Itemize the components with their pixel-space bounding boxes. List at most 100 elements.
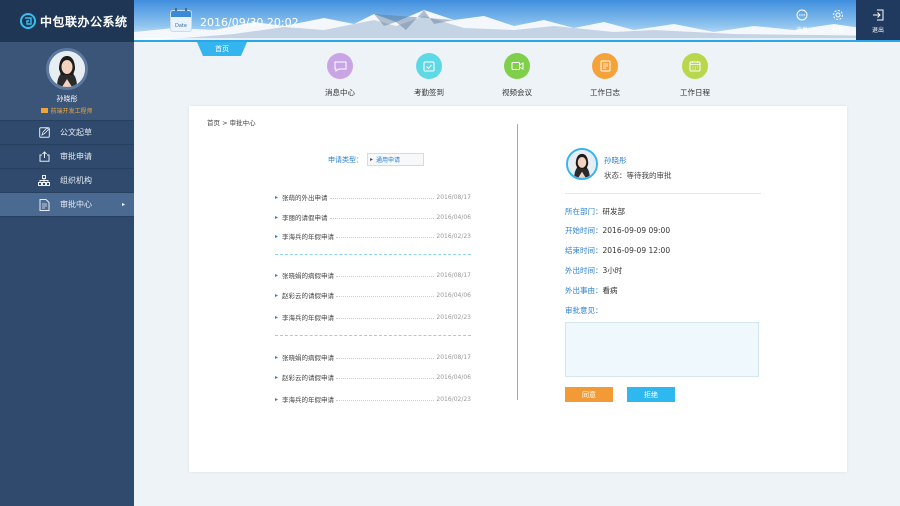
field-end-time: 结束时间：2016-09-09 12:00 <box>565 245 670 256</box>
app-logo-icon <box>20 13 36 29</box>
chevron-right-icon: ▸ <box>121 201 125 208</box>
field-opinion: 审批意见： <box>565 305 603 316</box>
quick-link-checkin[interactable]: 考勤签到 <box>399 53 459 98</box>
sidebar-item-org[interactable]: 组织机构 <box>0 169 134 193</box>
checkin-icon <box>416 53 442 79</box>
quick-link-video[interactable]: 视频会议 <box>487 53 547 98</box>
quick-link-label: 考勤签到 <box>414 88 444 97</box>
list-item[interactable]: ▸ 李海兵的年假申请 2016/02/23 <box>275 231 471 242</box>
user-role: 前端开发工程师 <box>41 106 93 115</box>
bullet-icon: ▸ <box>275 232 279 240</box>
video-icon <box>504 53 530 79</box>
field-value: 3小时 <box>602 266 623 275</box>
document-icon <box>38 198 50 211</box>
application-name: 李海兵的年假申请 <box>282 396 335 404</box>
approval-panel: 首页 > 审批中心 申请类型： 通用申请 ▸ 张萌的外出申请 2016/08/1… <box>189 106 847 472</box>
application-name: 赵彩云的请假申请 <box>282 374 335 382</box>
list-item[interactable]: ▸ 李丽的请假申请 2016/04/06 <box>275 212 471 223</box>
sidebar-item-approval-center[interactable]: 审批中心 ▸ <box>0 193 134 217</box>
header: Date 2016/09/30 20:02 消息 设置 退出 <box>134 0 900 42</box>
list-item[interactable]: ▸ 张晓娟的病假申请 2016/08/17 <box>275 270 471 281</box>
exit-button[interactable]: 退出 <box>856 0 900 42</box>
application-type-select[interactable]: 通用申请 <box>367 153 424 166</box>
exit-label: 退出 <box>871 26 884 34</box>
group-divider <box>275 254 471 255</box>
user-profile: 孙晓彤 前端开发工程师 <box>0 42 134 120</box>
upload-icon <box>38 151 50 163</box>
panel-divider <box>517 124 518 400</box>
org-chart-icon <box>38 175 50 187</box>
logout-icon <box>873 9 884 20</box>
sidebar-item-draft[interactable]: 公文起草 <box>0 121 134 145</box>
calendar-icon <box>682 53 708 79</box>
application-status: 状态：等待我的审批 <box>604 171 672 180</box>
field-value: 2016-09-09 09:00 <box>602 226 671 235</box>
approve-button[interactable]: 同意 <box>565 387 613 402</box>
applicant-name: 孙晓彤 <box>604 156 627 165</box>
message-icon <box>327 53 353 79</box>
quick-link-label: 工作日志 <box>590 88 620 97</box>
application-name: 赵彩云的请假申请 <box>282 292 335 300</box>
field-key: 外出时间： <box>565 266 603 275</box>
application-name: 李海兵的年假申请 <box>282 233 335 241</box>
bullet-icon: ▸ <box>275 271 279 279</box>
list-item[interactable]: ▸ 李海兵的年假申请 2016/02/23 <box>275 394 471 405</box>
field-key: 开始时间： <box>565 226 603 235</box>
sidebar-menu: 公文起草 审批申请 组织机构 审批中心 ▸ <box>0 120 134 217</box>
application-date: 2016/08/17 <box>436 353 471 361</box>
notebook-icon <box>592 53 618 79</box>
reject-button[interactable]: 拒绝 <box>627 387 675 402</box>
quick-link-messages[interactable]: 消息中心 <box>310 53 370 98</box>
bullet-icon: ▸ <box>275 213 279 221</box>
sidebar-item-apply[interactable]: 审批申请 <box>0 145 134 169</box>
field-reason: 外出事由：看病 <box>565 285 618 296</box>
application-name: 张晓娟的病假申请 <box>282 272 335 280</box>
app-title: 中包联办公系统 <box>40 14 128 29</box>
gear-icon <box>833 9 843 20</box>
bullet-icon: ▸ <box>275 291 279 299</box>
field-key: 外出事由： <box>565 286 603 295</box>
bullet-icon: ▸ <box>275 313 279 321</box>
field-start-time: 开始时间：2016-09-09 09:00 <box>565 225 670 236</box>
field-key: 结束时间： <box>565 246 603 255</box>
list-item[interactable]: ▸ 赵彩云的请假申请 2016/04/06 <box>275 372 471 383</box>
tab-home[interactable]: 首页 <box>197 42 247 56</box>
messages-button[interactable]: 消息 <box>784 0 820 42</box>
quick-link-log[interactable]: 工作日志 <box>575 53 635 98</box>
user-role-label: 前端开发工程师 <box>50 108 93 115</box>
bullet-icon: ▸ <box>275 353 279 361</box>
quick-link-schedule[interactable]: 工作日程 <box>665 53 725 98</box>
avatar[interactable] <box>46 48 88 90</box>
application-name: 李丽的请假申请 <box>282 214 328 222</box>
application-date: 2016/02/23 <box>436 395 471 403</box>
list-item[interactable]: ▸ 张晓娟的病假申请 2016/08/17 <box>275 352 471 363</box>
field-duration: 外出时间：3小时 <box>565 265 622 276</box>
application-date: 2016/08/17 <box>436 271 471 279</box>
header-divider <box>134 40 900 42</box>
filter-label: 申请类型： <box>328 155 363 164</box>
briefcase-icon <box>41 108 49 113</box>
field-department: 所在部门：研发部 <box>565 206 625 217</box>
sidebar-item-label: 公文起草 <box>60 128 92 137</box>
quick-link-label: 消息中心 <box>325 88 355 97</box>
settings-label: 设置 <box>831 26 844 34</box>
list-item[interactable]: ▸ 李海兵的年假申请 2016/02/23 <box>275 312 471 323</box>
field-value: 看病 <box>602 286 618 295</box>
breadcrumb: 首页 > 审批中心 <box>207 119 256 127</box>
calendar-icon: Date <box>170 8 192 32</box>
application-date: 2016/04/06 <box>436 213 471 221</box>
application-type-filter: 申请类型： 通用申请 <box>328 153 424 166</box>
field-value: 研发部 <box>602 207 626 216</box>
application-name: 张萌的外出申请 <box>282 194 328 202</box>
field-value: 2016-09-09 12:00 <box>602 246 671 255</box>
settings-button[interactable]: 设置 <box>820 0 856 42</box>
current-datetime: 2016/09/30 20:02 <box>200 16 299 29</box>
list-item[interactable]: ▸ 赵彩云的请假申请 2016/04/06 <box>275 290 471 301</box>
field-key: 所在部门： <box>565 207 603 216</box>
list-item[interactable]: ▸ 张萌的外出申请 2016/08/17 <box>275 192 471 203</box>
sidebar-item-label: 审批中心 <box>60 200 92 209</box>
sidebar: 中包联办公系统 孙晓彤 前端开发工程师 公文起草 审批申请 组织机构 审批中心 … <box>0 0 134 506</box>
sidebar-item-label: 组织机构 <box>60 176 92 185</box>
approval-comment-input[interactable] <box>565 322 759 377</box>
application-date: 2016/04/06 <box>436 291 471 299</box>
